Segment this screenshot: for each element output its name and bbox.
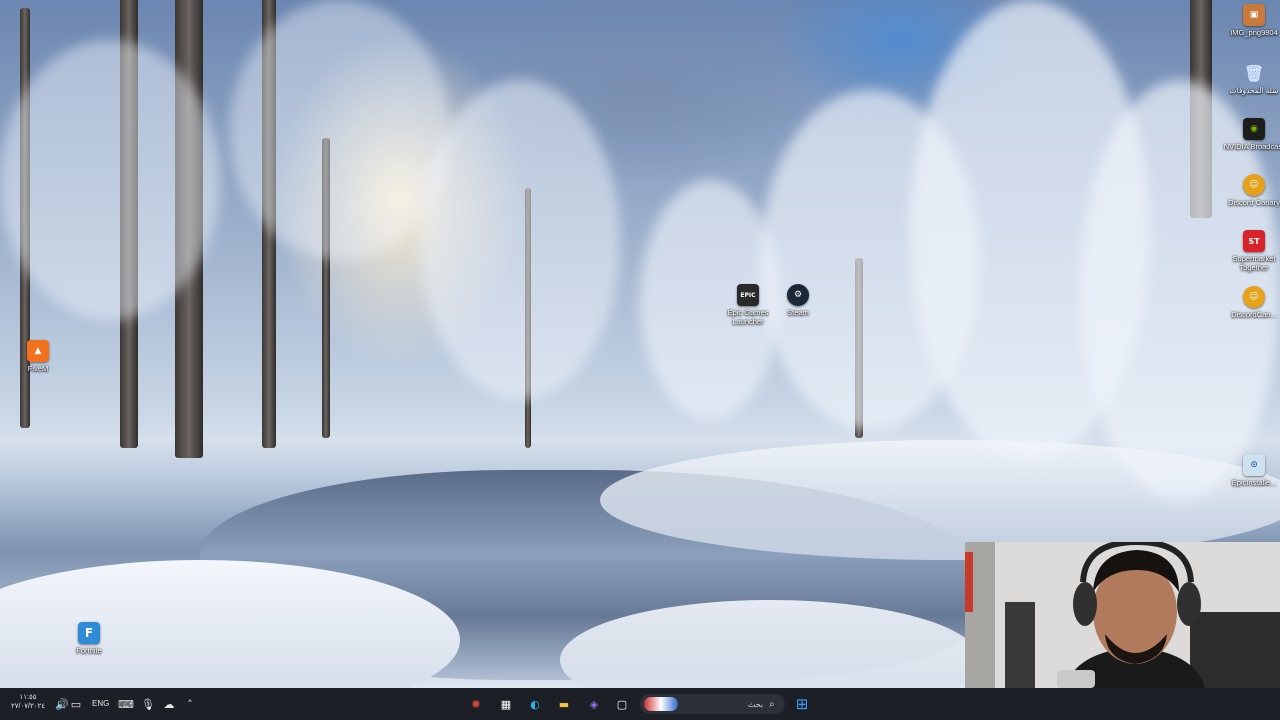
epic-games-icon: EPIC — [737, 284, 759, 306]
chevron-up-icon[interactable]: ˄ — [178, 692, 202, 716]
desktop-icon-img[interactable]: ▣ IMG_png9804 — [1222, 4, 1280, 37]
taskbar-search[interactable]: بحث ⌕ — [640, 694, 785, 714]
desktop-icon-epic-installer[interactable]: ⊙ EpicInstalle... — [1222, 454, 1280, 487]
display-icon[interactable]: ▭ — [64, 692, 88, 716]
search-placeholder: بحث — [747, 699, 763, 709]
desktop-icon-label: Discord Canary — [1228, 198, 1280, 207]
discord-canary-icon: ☺ — [1243, 286, 1265, 308]
keyboard-icon[interactable]: ⌨ — [114, 692, 138, 716]
discord-canary-icon: ☺ — [1243, 174, 1265, 196]
supermarket-together-icon: ST — [1243, 230, 1265, 252]
desktop-icon-label: NVIDIA Broadcast — [1223, 142, 1280, 151]
desktop-icon-steam[interactable]: ⚙ Steam — [766, 284, 830, 317]
taskbar: ١١:٥٥ ٢٧/٠٧/٢٠٢٤ 🔊 ▭ ENG ⌨ 🎙 ☁ ˄ ✺ ▦ ◐ ▬… — [0, 688, 1280, 720]
desktop-icon-label: Supermarket Together — [1232, 254, 1276, 272]
webcam-person — [965, 542, 1280, 688]
search-highlight-icon — [644, 697, 678, 711]
nvidia-icon: ◉ — [1243, 118, 1265, 140]
desktop-icon-label: DiscordCan... — [1231, 310, 1277, 319]
installer-icon: ⊙ — [1243, 454, 1265, 476]
desktop-icon-nvidia-broadcast[interactable]: ◉ NVIDIA Broadcast — [1222, 118, 1280, 151]
clock-time: ١١:٥٥ — [19, 694, 37, 701]
copilot-icon[interactable]: ◈ — [582, 692, 606, 716]
file-explorer-icon[interactable]: ▬ — [552, 692, 576, 716]
windows-start-icon[interactable]: ⊞ — [790, 692, 814, 716]
clock-date: ٢٧/٠٧/٢٠٢٤ — [11, 703, 45, 710]
steam-icon: ⚙ — [787, 284, 809, 306]
desktop-icon-label: Fortnite — [76, 646, 102, 655]
desktop-icon-label: IMG_png9804 — [1230, 28, 1278, 37]
desktop-icon-recycle-bin[interactable]: 🗑 سلة المحذوفات — [1222, 62, 1280, 96]
desktop-icon-fivem[interactable]: ▲ FiveM — [6, 340, 70, 373]
desktop-icon-fortnite[interactable]: F Fortnite — [57, 622, 121, 655]
desktop-icon-supermarket-together[interactable]: ST Supermarket Together — [1222, 230, 1280, 272]
webcam-overlay — [965, 542, 1280, 688]
desktop-icon-label: سلة المحذوفات — [1229, 86, 1279, 95]
desktop-icon-label: FiveM — [27, 364, 49, 373]
clock[interactable]: ١١:٥٥ ٢٧/٠٧/٢٠٢٤ — [10, 693, 46, 711]
desktop-icon-discord-canary[interactable]: ☺ Discord Canary — [1222, 174, 1280, 207]
store-icon[interactable]: ▦ — [494, 692, 518, 716]
search-icon: ⌕ — [769, 698, 775, 710]
fortnite-icon: F — [78, 622, 100, 644]
desktop-icon-discordcan[interactable]: ☺ DiscordCan... — [1222, 286, 1280, 319]
notepad-icon[interactable]: ▢ — [610, 692, 634, 716]
recycle-bin-icon: 🗑 — [1243, 63, 1265, 83]
edge-icon[interactable]: ◐ — [523, 692, 547, 716]
image-file-icon: ▣ — [1243, 4, 1265, 26]
bug-app-icon[interactable]: ✺ — [464, 692, 488, 716]
language-indicator[interactable]: ENG — [92, 699, 109, 708]
fivem-icon: ▲ — [27, 340, 49, 362]
desktop-icon-label: EpicInstalle... — [1231, 478, 1277, 487]
desktop-icon-label: Steam — [787, 308, 809, 317]
